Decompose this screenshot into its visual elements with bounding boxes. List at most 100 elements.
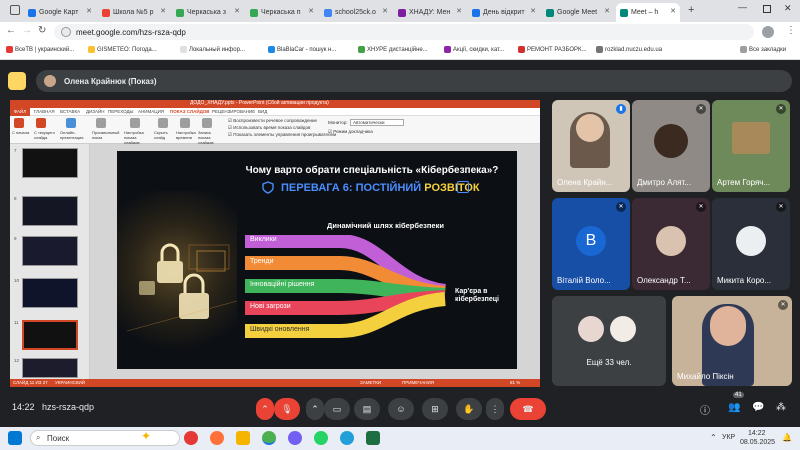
ppt-tab[interactable]: ДИЗАЙН bbox=[86, 109, 105, 114]
leave-call-button[interactable]: ☎ bbox=[510, 398, 546, 420]
bookmark-item[interactable]: Акції, скидки, кат... bbox=[444, 46, 504, 53]
ppt-tab[interactable]: ВСТАВКА bbox=[60, 109, 80, 114]
bookmark-item[interactable]: РЕМОНТ РАЗБОРК... bbox=[518, 46, 587, 53]
people-icon[interactable]: 👥 bbox=[728, 402, 740, 413]
chrome-icon[interactable] bbox=[262, 431, 276, 445]
viber-icon[interactable] bbox=[288, 431, 302, 445]
minimize-icon[interactable]: — bbox=[738, 2, 747, 12]
close-icon[interactable]: ✕ bbox=[86, 7, 92, 15]
language-indicator[interactable]: УКР bbox=[722, 434, 735, 441]
more-options-button[interactable]: ⋮ bbox=[486, 398, 504, 420]
monitor-select[interactable]: Автоматически bbox=[350, 119, 404, 126]
mic-off-button[interactable]: 🎙 bbox=[274, 398, 300, 420]
slideshow-current-icon[interactable] bbox=[36, 118, 46, 128]
whatsapp-icon[interactable] bbox=[314, 431, 328, 445]
windows-start-icon[interactable] bbox=[8, 431, 22, 445]
video-options-button[interactable]: ⌃ bbox=[306, 398, 324, 420]
slide-thumbnail[interactable] bbox=[22, 196, 78, 226]
browser-tab-active[interactable]: Meet – h ✕ bbox=[616, 3, 680, 22]
camera-button[interactable]: ▭ bbox=[324, 398, 350, 420]
firefox-icon[interactable] bbox=[210, 431, 224, 445]
close-icon[interactable]: ✕ bbox=[308, 7, 314, 15]
slide-thumbnail[interactable] bbox=[22, 148, 78, 178]
opera-icon[interactable] bbox=[184, 431, 198, 445]
browser-tab[interactable]: Google Карт ✕ bbox=[24, 3, 96, 22]
raise-hand-button[interactable]: ✋ bbox=[456, 398, 482, 420]
browser-tab[interactable]: Черкаська з ✕ bbox=[172, 3, 244, 22]
checkbox-narration[interactable]: ☑ Воспроизвести речевое сопровождение bbox=[228, 118, 317, 124]
browser-tab[interactable]: Черкаська п ✕ bbox=[246, 3, 318, 22]
browser-tab[interactable]: ХНАДУ: Мен ✕ bbox=[394, 3, 466, 22]
maximize-icon[interactable] bbox=[763, 5, 771, 13]
participant-tile[interactable]: ▮ Олена Крайн... bbox=[552, 100, 630, 192]
rehearse-timings-icon[interactable] bbox=[180, 118, 190, 128]
bookmark-item[interactable]: Локальный инфор... bbox=[180, 46, 245, 53]
ribbon-label[interactable]: Настройка времени bbox=[176, 130, 198, 140]
address-bar[interactable]: meet.google.com/hzs-rsza-qdp bbox=[54, 24, 754, 40]
site-info-icon[interactable] bbox=[61, 27, 71, 37]
ribbon-label[interactable]: С начала bbox=[12, 130, 32, 135]
participant-tile[interactable]: В ✕ Віталій Воло... bbox=[552, 198, 630, 290]
bookmark-item[interactable]: BlaBlaCar - пошук н... bbox=[268, 46, 336, 53]
custom-show-icon[interactable] bbox=[96, 118, 106, 128]
menu-icon[interactable]: ⋮ bbox=[786, 25, 796, 36]
telegram-icon[interactable] bbox=[340, 431, 354, 445]
ribbon-label[interactable]: Произвольный показ bbox=[92, 130, 122, 140]
slide-thumbnail[interactable] bbox=[22, 358, 78, 378]
close-window-icon[interactable]: ✕ bbox=[784, 3, 792, 14]
close-icon[interactable]: ✕ bbox=[456, 7, 462, 15]
back-icon[interactable]: ← bbox=[6, 25, 16, 36]
browser-tab[interactable]: Школа №5 р ✕ bbox=[98, 3, 170, 22]
new-tab-button[interactable]: + bbox=[688, 4, 694, 16]
emoji-button[interactable]: ☺ bbox=[388, 398, 414, 420]
bookmark-item[interactable]: rozklad.nuczu.edu.ua bbox=[596, 46, 662, 53]
record-show-icon[interactable] bbox=[202, 118, 212, 128]
chat-icon[interactable]: 💬 bbox=[752, 402, 764, 413]
all-bookmarks[interactable]: Все закладки bbox=[740, 46, 786, 53]
ppt-tab[interactable]: РЕЦЕНЗИРОВАНИЕ bbox=[212, 109, 255, 114]
comments-button[interactable]: ПРИМЕЧАНИЯ bbox=[402, 380, 434, 385]
slide-thumbnail[interactable] bbox=[22, 278, 78, 308]
excel-icon[interactable] bbox=[366, 431, 380, 445]
participant-tile[interactable]: ✕ Дмитро Алят... bbox=[632, 100, 710, 192]
slide-thumbnail-selected[interactable] bbox=[22, 320, 78, 350]
forward-icon[interactable]: → bbox=[22, 25, 32, 36]
info-icon[interactable]: ⓘ bbox=[700, 402, 710, 417]
clock-date[interactable]: 08.05.2025 bbox=[740, 439, 775, 446]
notifications-icon[interactable]: 🔔 bbox=[782, 433, 792, 442]
ribbon-label[interactable]: Скрыть слайд bbox=[154, 130, 174, 140]
browser-tab[interactable]: Google Meet ✕ bbox=[542, 3, 614, 22]
participant-tile[interactable]: ✕ Микита Коро... bbox=[712, 198, 790, 290]
clock-time[interactable]: 14:22 bbox=[748, 430, 766, 437]
file-explorer-icon[interactable] bbox=[236, 431, 250, 445]
browser-tab[interactable]: school25ck.o ✕ bbox=[320, 3, 392, 22]
ribbon-label[interactable]: Запись показа слайдов bbox=[198, 130, 224, 145]
ppt-tab-file[interactable]: ФАЙЛ bbox=[10, 108, 30, 116]
ribbon-label[interactable]: С текущего слайда bbox=[34, 130, 60, 140]
tab-search-icon[interactable] bbox=[10, 5, 20, 15]
ppt-tab[interactable]: ВИД bbox=[258, 109, 267, 114]
close-icon[interactable]: ✕ bbox=[160, 7, 166, 15]
close-icon[interactable]: ✕ bbox=[234, 7, 240, 15]
online-present-icon[interactable] bbox=[66, 118, 76, 128]
present-icon[interactable] bbox=[8, 72, 26, 90]
close-icon[interactable]: ✕ bbox=[604, 7, 610, 15]
notes-button[interactable]: ЗАМЕТКИ bbox=[360, 380, 381, 385]
participant-tile[interactable]: ✕ Олександр Т... bbox=[632, 198, 710, 290]
setup-show-icon[interactable] bbox=[130, 118, 140, 128]
close-icon[interactable]: ✕ bbox=[382, 7, 388, 15]
ppt-tab[interactable]: ГЛАВНАЯ bbox=[34, 109, 55, 114]
checkbox-presenter-view[interactable]: ☑ Режим докладчика bbox=[328, 129, 373, 135]
ribbon-label[interactable]: Онлайн-презентация bbox=[60, 130, 90, 140]
bookmark-item[interactable]: ВсеТВ | украинский... bbox=[6, 46, 74, 53]
checkbox-timings[interactable]: ☑ Использовать время показа слайдов bbox=[228, 125, 310, 131]
bookmark-item[interactable]: ХНУРЕ дистанційне... bbox=[358, 46, 428, 53]
ribbon-label[interactable]: Настройка показа слайдов bbox=[124, 130, 152, 145]
zoom-level[interactable]: 81 % bbox=[510, 380, 520, 385]
participant-tile[interactable]: ✕ Артем Горяч... bbox=[712, 100, 790, 192]
activities-icon[interactable]: ⁂ bbox=[776, 402, 786, 413]
browser-tab[interactable]: День відкрит ✕ bbox=[468, 3, 540, 22]
close-icon[interactable]: ✕ bbox=[670, 7, 676, 15]
checkbox-controls[interactable]: ☑ Показать элементы управления проигрыва… bbox=[228, 132, 336, 138]
hide-slide-icon[interactable] bbox=[158, 118, 168, 128]
